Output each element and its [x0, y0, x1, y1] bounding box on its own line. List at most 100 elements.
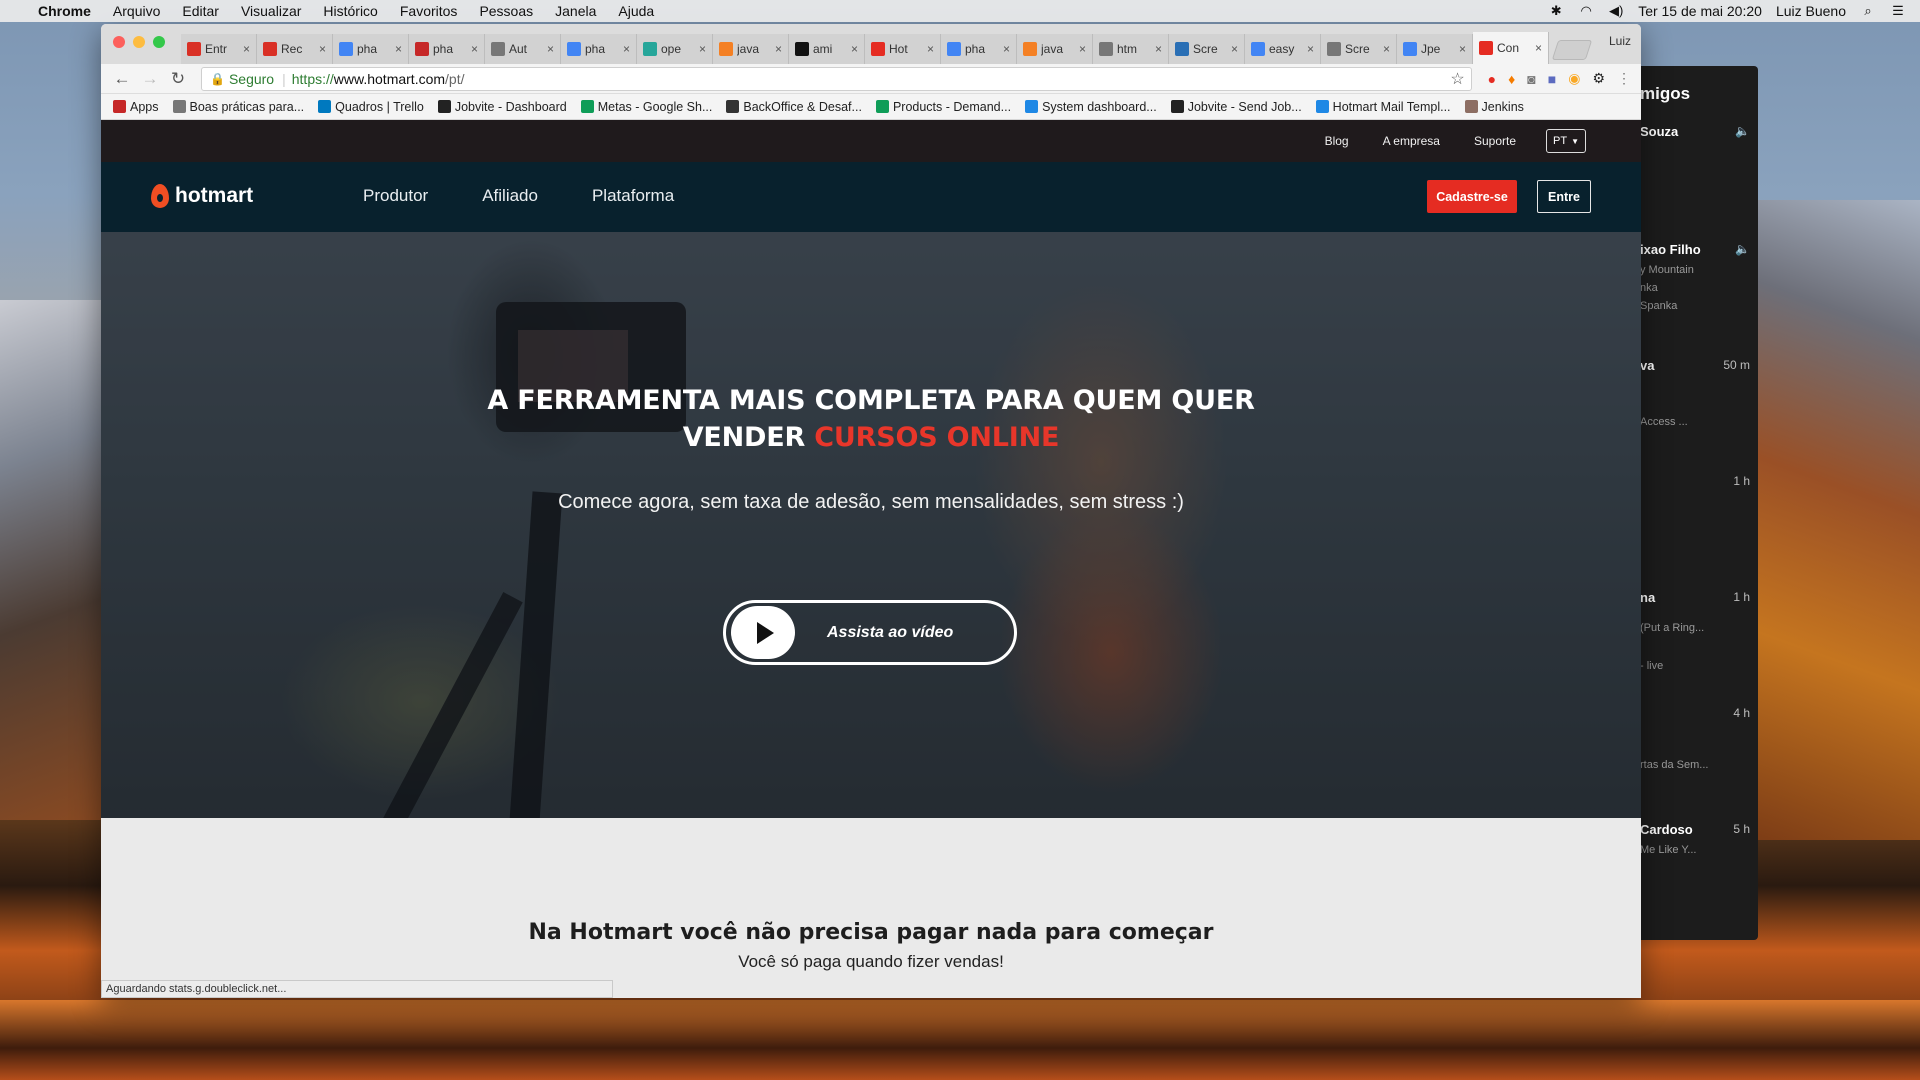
bookmark-item[interactable]: Products - Demand...	[875, 100, 1011, 114]
browser-tab[interactable]: pha ×	[941, 34, 1017, 64]
browser-tab[interactable]: Scre ×	[1321, 34, 1397, 64]
chrome-extension-icon[interactable]: ◉	[1568, 70, 1580, 87]
hotmart-logo[interactable]: hotmart	[151, 184, 253, 208]
friend-item[interactable]: va Access ... 50 m	[1640, 358, 1750, 431]
close-tab-icon[interactable]: ×	[1003, 42, 1010, 56]
close-tab-icon[interactable]: ×	[927, 42, 934, 56]
camera-extension-icon[interactable]: ◙	[1527, 71, 1535, 87]
close-tab-icon[interactable]: ×	[1307, 42, 1314, 56]
back-arrow-icon[interactable]: ←	[111, 69, 133, 89]
bookmark-item[interactable]: System dashboard...	[1025, 100, 1157, 114]
menu-arquivo[interactable]: Arquivo	[113, 3, 160, 19]
menu-visualizar[interactable]: Visualizar	[241, 3, 301, 19]
bookmark-item[interactable]: Metas - Google Sh...	[580, 100, 712, 114]
settings-extension-icon[interactable]: ⚙	[1592, 70, 1605, 87]
menu-ajuda[interactable]: Ajuda	[618, 3, 654, 19]
menu-clock[interactable]: Ter 15 de mai 20:20	[1638, 3, 1762, 19]
browser-tab[interactable]: ami ×	[789, 34, 865, 64]
bookmark-item[interactable]: Jobvite - Send Job...	[1170, 99, 1302, 114]
profile-button[interactable]: Luiz	[1609, 34, 1631, 48]
signup-button[interactable]: Cadastre-se	[1427, 180, 1517, 213]
close-tab-icon[interactable]: ×	[1383, 42, 1390, 56]
empresa-link[interactable]: A empresa	[1383, 134, 1440, 148]
bookmark-item[interactable]: Jobvite - Dashboard	[437, 100, 567, 114]
browser-tab[interactable]: pha ×	[561, 34, 637, 64]
browser-tab[interactable]: Aut ×	[485, 34, 561, 64]
menu-editar[interactable]: Editar	[182, 3, 219, 19]
menu-historico[interactable]: Histórico	[323, 3, 377, 19]
login-button[interactable]: Entre	[1537, 180, 1591, 213]
bookmark-item[interactable]: Jenkins	[1464, 100, 1524, 114]
bookmark-item[interactable]: Hotmart Mail Templ...	[1315, 100, 1451, 114]
fire-extension-icon[interactable]: ♦	[1508, 71, 1515, 87]
new-tab-button[interactable]	[1551, 40, 1593, 60]
close-tab-icon[interactable]: ×	[1535, 41, 1542, 55]
wifi-icon[interactable]: ◠	[1578, 3, 1594, 19]
notification-center-icon[interactable]: ☰	[1890, 3, 1906, 19]
menu-janela[interactable]: Janela	[555, 3, 596, 19]
friend-item[interactable]: Souza 🔈	[1640, 124, 1750, 139]
reload-icon[interactable]: ↻	[167, 69, 189, 89]
close-tab-icon[interactable]: ×	[851, 42, 858, 56]
close-tab-icon[interactable]: ×	[1459, 42, 1466, 56]
friend-item[interactable]: ixao Filho y Mountain nka Spanka 🔈	[1640, 242, 1750, 315]
extensions-area: ● ♦ ◙ ■ ◉ ⚙ ⋮	[1478, 70, 1641, 87]
bookmark-label: Jobvite - Send Job...	[1187, 99, 1302, 114]
menu-favoritos[interactable]: Favoritos	[400, 3, 458, 19]
browser-tab[interactable]: java ×	[1017, 34, 1093, 64]
friend-item[interactable]: Cardoso Me Like Y... 5 h	[1640, 822, 1750, 859]
bookmark-star-icon[interactable]: ☆	[1450, 69, 1464, 89]
browser-tab[interactable]: htm ×	[1093, 34, 1169, 64]
chrome-menu-icon[interactable]: ⋮	[1617, 70, 1631, 87]
menu-pessoas[interactable]: Pessoas	[479, 3, 533, 19]
browser-tab[interactable]: ope ×	[637, 34, 713, 64]
close-tab-icon[interactable]: ×	[395, 42, 402, 56]
bookmark-item[interactable]: Apps	[113, 100, 159, 114]
close-tab-icon[interactable]: ×	[1155, 42, 1162, 56]
fullscreen-window-icon[interactable]	[153, 36, 165, 48]
bluetooth-icon[interactable]: ✱	[1548, 3, 1564, 19]
nav-afiliado[interactable]: Afiliado	[482, 186, 538, 206]
browser-tab[interactable]: pha ×	[409, 34, 485, 64]
browser-tab[interactable]: Jpe ×	[1397, 34, 1473, 64]
browser-tab[interactable]: Rec ×	[257, 34, 333, 64]
browser-tab[interactable]: Hot ×	[865, 34, 941, 64]
volume-icon[interactable]: ◀)	[1608, 3, 1624, 19]
hero-headline-line1: A FERRAMENTA MAIS COMPLETA PARA QUEM QUE…	[487, 385, 1255, 416]
browser-tab[interactable]: Entr ×	[181, 34, 257, 64]
colorpicker-extension-icon[interactable]: ■	[1548, 71, 1556, 87]
bookmark-item[interactable]: Quadros | Trello	[318, 100, 424, 114]
nav-produtor[interactable]: Produtor	[363, 186, 428, 206]
bookmark-item[interactable]: BackOffice & Desaf...	[726, 100, 862, 114]
language-selector[interactable]: PT ▼	[1546, 129, 1586, 153]
friend-item[interactable]: rtas da Sem... 4 h	[1640, 706, 1750, 774]
friend-item[interactable]: na (Put a Ring... - live 1 h	[1640, 590, 1750, 685]
menu-user[interactable]: Luiz Bueno	[1776, 3, 1846, 19]
close-tab-icon[interactable]: ×	[243, 42, 250, 56]
address-bar[interactable]: 🔒 Seguro | https://www.hotmart.com/pt/ ☆	[201, 66, 1472, 91]
forward-arrow-icon[interactable]: →	[139, 69, 161, 89]
close-tab-icon[interactable]: ×	[699, 42, 706, 56]
suporte-link[interactable]: Suporte	[1474, 134, 1516, 148]
close-window-icon[interactable]	[113, 36, 125, 48]
blog-link[interactable]: Blog	[1325, 134, 1349, 148]
browser-tab[interactable]: easy ×	[1245, 34, 1321, 64]
nav-plataforma[interactable]: Plataforma	[592, 186, 674, 206]
close-tab-icon[interactable]: ×	[547, 42, 554, 56]
close-tab-icon[interactable]: ×	[471, 42, 478, 56]
browser-tab[interactable]: Scre ×	[1169, 34, 1245, 64]
bookmark-item[interactable]: Boas práticas para...	[172, 100, 304, 114]
close-tab-icon[interactable]: ×	[1231, 42, 1238, 56]
browser-tab[interactable]: java ×	[713, 34, 789, 64]
watch-video-button[interactable]: Assista ao vídeo	[723, 600, 1017, 665]
spotlight-search-icon[interactable]: ⌕	[1860, 3, 1876, 19]
menu-app-name[interactable]: Chrome	[38, 3, 91, 19]
close-tab-icon[interactable]: ×	[319, 42, 326, 56]
close-tab-icon[interactable]: ×	[1079, 42, 1086, 56]
browser-tab[interactable]: Con ×	[1473, 32, 1549, 64]
hotmart-extension-icon[interactable]: ●	[1488, 71, 1496, 87]
close-tab-icon[interactable]: ×	[775, 42, 782, 56]
minimize-window-icon[interactable]	[133, 36, 145, 48]
close-tab-icon[interactable]: ×	[623, 42, 630, 56]
browser-tab[interactable]: pha ×	[333, 34, 409, 64]
